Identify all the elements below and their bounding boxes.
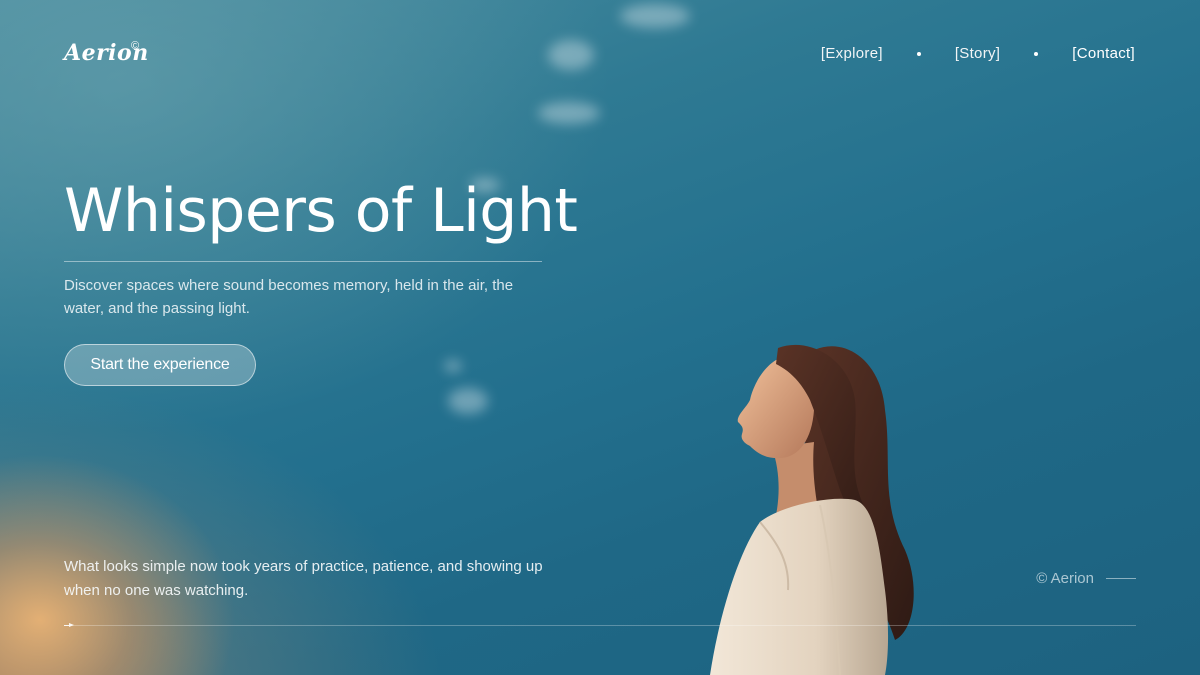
hero-title: Whispers of Light bbox=[64, 176, 578, 246]
progress-arrow-icon bbox=[69, 623, 75, 627]
nav-separator-dot bbox=[1034, 51, 1039, 56]
copyright-text: © Aerion bbox=[1036, 570, 1094, 587]
footer-quote: What looks simple now took years of prac… bbox=[64, 558, 543, 599]
top-nav: [Explore] [Story] [Contact] bbox=[821, 45, 1135, 62]
woman-photo bbox=[710, 344, 914, 675]
title-divider bbox=[64, 261, 542, 262]
cloud-wisp bbox=[448, 388, 488, 414]
cloud-wisp bbox=[620, 4, 690, 28]
nav-separator-dot bbox=[916, 51, 921, 56]
cloud-wisp bbox=[548, 40, 594, 70]
cloud-wisp bbox=[538, 102, 600, 124]
nav-link-contact[interactable]: [Contact] bbox=[1072, 45, 1135, 62]
hero-subtitle: Discover spaces where sound becomes memo… bbox=[64, 277, 514, 317]
nav-link-story[interactable]: [Story] bbox=[955, 45, 1000, 62]
start-experience-button[interactable]: Start the experience bbox=[64, 344, 256, 386]
nav-link-explore[interactable]: [Explore] bbox=[821, 45, 883, 62]
cloud-wisp bbox=[444, 360, 462, 372]
progress-track[interactable] bbox=[64, 623, 1136, 627]
copyright-mark: © bbox=[131, 40, 140, 52]
copyright-line bbox=[1106, 578, 1136, 579]
footer-copyright: © Aerion bbox=[1036, 570, 1136, 587]
